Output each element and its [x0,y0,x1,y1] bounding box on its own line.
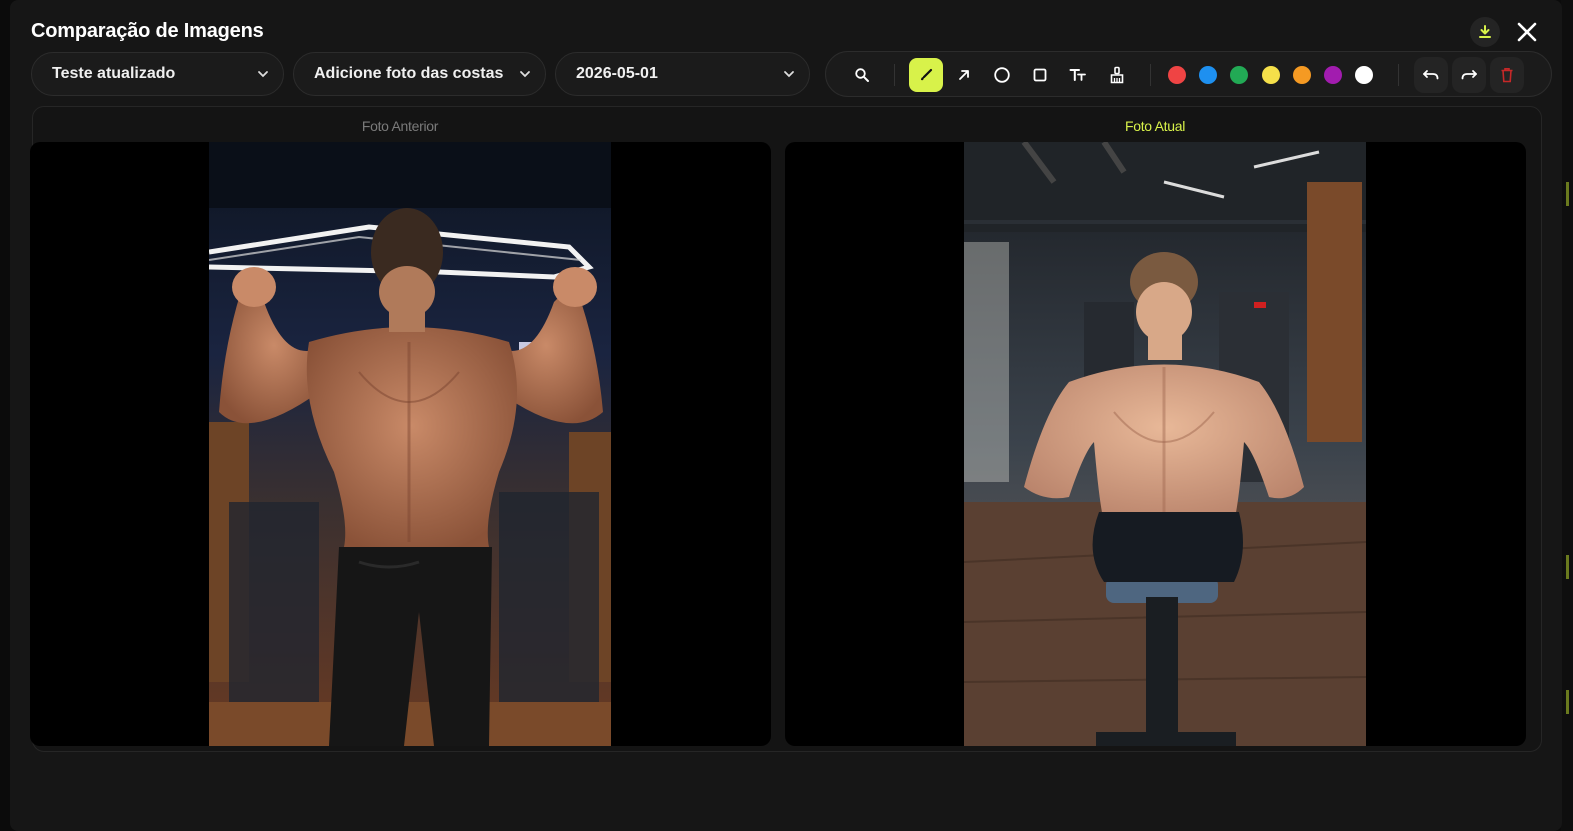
current-photo-label: Foto Atual [1124,118,1186,134]
text-icon [1069,69,1086,81]
eraser-icon [1110,66,1124,84]
pose-select[interactable]: Adicione foto das costas ... [293,52,546,96]
routine-select[interactable]: Teste atualizado [31,52,284,96]
date-select[interactable]: 2026-05-01 [555,52,810,96]
trash-icon [1501,68,1513,83]
current-photo [964,142,1366,746]
text-tool-button[interactable] [1061,58,1095,92]
pose-select-value: Adicione foto das costas ... [314,65,505,82]
square-icon [1033,68,1047,82]
chevron-down-icon [505,67,545,81]
undo-button[interactable] [1414,57,1448,93]
color-swatch-white[interactable] [1355,66,1373,84]
eraser-tool-button[interactable] [1100,58,1134,92]
modal-title: Comparação de Imagens [31,20,264,42]
close-icon [1517,22,1537,42]
brush-tool-button[interactable] [909,58,943,92]
circle-tool-button[interactable] [985,58,1019,92]
chevron-down-icon [769,67,809,81]
circle-icon [994,67,1010,83]
toolbar-divider [1150,64,1151,86]
color-swatch-red[interactable] [1168,66,1186,84]
zoom-icon [855,68,869,82]
drawing-toolbar [825,51,1552,97]
toolbar-divider [894,64,895,86]
color-swatch-purple[interactable] [1324,66,1342,84]
undo-icon [1423,70,1439,80]
color-swatch-orange[interactable] [1293,66,1311,84]
previous-photo [209,142,611,746]
current-photo-canvas[interactable] [785,142,1526,746]
toolbar-divider [1398,64,1399,86]
square-tool-button[interactable] [1023,58,1057,92]
download-icon [1479,25,1491,38]
download-button[interactable] [1470,17,1500,47]
chevron-down-icon [243,67,283,81]
background-right-edge [1561,0,1573,831]
brush-icon [921,68,933,81]
redo-icon [1461,70,1477,80]
background-sidebar [0,0,10,831]
color-swatch-green[interactable] [1230,66,1248,84]
close-button[interactable] [1511,16,1543,48]
date-select-value: 2026-05-01 [576,65,658,82]
color-swatch-yellow[interactable] [1262,66,1280,84]
arrow-icon [959,70,969,80]
previous-photo-label: Foto Anterior [361,118,439,134]
previous-photo-canvas[interactable] [30,142,771,746]
routine-select-value: Teste atualizado [52,65,176,82]
arrow-tool-button[interactable] [947,58,981,92]
color-swatch-blue[interactable] [1199,66,1217,84]
redo-button[interactable] [1452,57,1486,93]
clear-button[interactable] [1490,57,1524,93]
zoom-button[interactable] [845,58,879,92]
